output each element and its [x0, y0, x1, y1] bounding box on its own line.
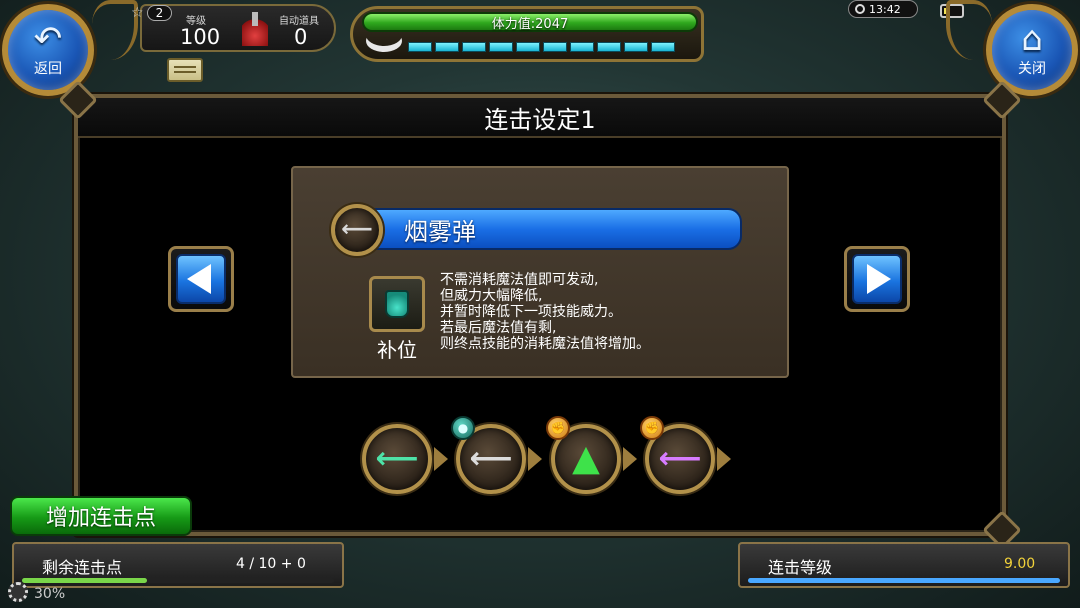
right-arrow-icon — [867, 264, 891, 294]
add-combo-point-button[interactable]: 增加连击点 — [10, 496, 192, 536]
remaining-value: 4 / 10 + 0 — [236, 556, 306, 572]
chain-connector-icon — [528, 447, 542, 471]
position-icon — [369, 276, 425, 332]
clock: 13:42 — [848, 0, 918, 18]
stamina-segment — [570, 42, 594, 52]
remaining-combo-panel: 剩余连击点 4 / 10 + 0 — [12, 542, 344, 588]
mail-icon[interactable] — [167, 58, 203, 82]
chain-connector-icon — [434, 447, 448, 471]
skill-name: 烟雾弹 — [404, 217, 476, 246]
left-arrow-icon — [187, 264, 211, 294]
stamina-segments — [408, 42, 675, 52]
stamina-segment — [516, 42, 540, 52]
fist-badge-icon: ✊ — [546, 416, 570, 440]
fist-badge-icon: ✊ — [640, 416, 664, 440]
potion-icon — [242, 12, 268, 46]
close-label: 关闭 — [1018, 61, 1046, 77]
chain-connector-icon — [717, 447, 731, 471]
green-arrow-icon: ⟵ — [375, 441, 419, 476]
description-line: 若最后魔法值有剩, — [440, 320, 557, 336]
auto-item-value: 0 — [294, 25, 308, 49]
next-skill-button[interactable] — [844, 246, 910, 312]
bottle-badge-icon: ● — [451, 416, 475, 440]
stamina-segment — [651, 42, 675, 52]
rank-badge: ☆ 2 — [131, 4, 183, 22]
back-arrow-icon: ↶ — [33, 19, 63, 59]
prev-button-face — [176, 254, 226, 304]
stamina-segment — [543, 42, 567, 52]
green-up-arrow-icon: ▲ — [572, 438, 600, 479]
title-bar: 连击设定1 — [78, 98, 1002, 138]
clock-time: 13:42 — [869, 2, 901, 16]
position-label: 补位 — [377, 338, 417, 362]
clock-icon — [855, 4, 865, 14]
stamina-segment — [462, 42, 486, 52]
description-line: 并暂时降低下一项技能威力。 — [440, 304, 622, 320]
rank-value: 2 — [146, 5, 173, 21]
remaining-progress-track — [22, 578, 334, 583]
chain-slot-1[interactable]: ⟵ — [362, 424, 432, 494]
purple-arrow-icon: ⟵ — [658, 441, 702, 476]
level-value: 100 — [180, 25, 221, 49]
stamina-bar: 体力值:2047 — [362, 12, 698, 32]
description-line: 不需消耗魔法值即可发动, — [440, 272, 599, 288]
combo-level-progress-track — [748, 578, 1060, 583]
home-icon: ⌂ — [1021, 19, 1043, 59]
panel-title: 连击设定1 — [484, 105, 596, 134]
stamina-segment — [597, 42, 621, 52]
back-label: 返回 — [34, 61, 62, 77]
partial-percent: 30% — [34, 586, 66, 602]
combo-level-label: 连击等级 — [768, 558, 833, 577]
description-line: 但威力大幅降低, — [440, 288, 543, 304]
moon-icon — [366, 30, 402, 52]
remaining-label: 剩余连击点 — [42, 558, 123, 577]
chain-connector-icon — [623, 447, 637, 471]
bottle-icon — [385, 290, 409, 318]
skill-description: 不需消耗魔法值即可发动, 但威力大幅降低, 并暂时降低下一项技能威力。 若最后魔… — [440, 272, 760, 352]
remaining-progress-fill — [22, 578, 147, 583]
stamina-segment — [435, 42, 459, 52]
add-combo-point-label: 增加连击点 — [45, 506, 156, 531]
settings-cog-icon[interactable] — [8, 582, 28, 602]
stamina-text: 体力值:2047 — [491, 16, 569, 32]
white-arrow-icon: ⟵ — [341, 217, 373, 242]
star-icon: ☆ — [131, 5, 144, 21]
stamina-segment — [489, 42, 513, 52]
white-arrow-icon: ⟵ — [469, 441, 513, 476]
combo-level-panel: 连击等级 9.00 — [738, 542, 1070, 588]
description-line: 则终点技能的消耗魔法值将增加。 — [440, 336, 650, 352]
prev-skill-button[interactable] — [168, 246, 234, 312]
combo-level-progress-fill — [748, 578, 1060, 583]
stamina-segment — [408, 42, 432, 52]
next-button-face — [852, 254, 902, 304]
stamina-segment — [624, 42, 648, 52]
skill-icon: ⟵ — [331, 204, 383, 256]
skill-name-bar: 烟雾弹 — [356, 208, 742, 250]
combo-level-value: 9.00 — [1004, 556, 1036, 572]
